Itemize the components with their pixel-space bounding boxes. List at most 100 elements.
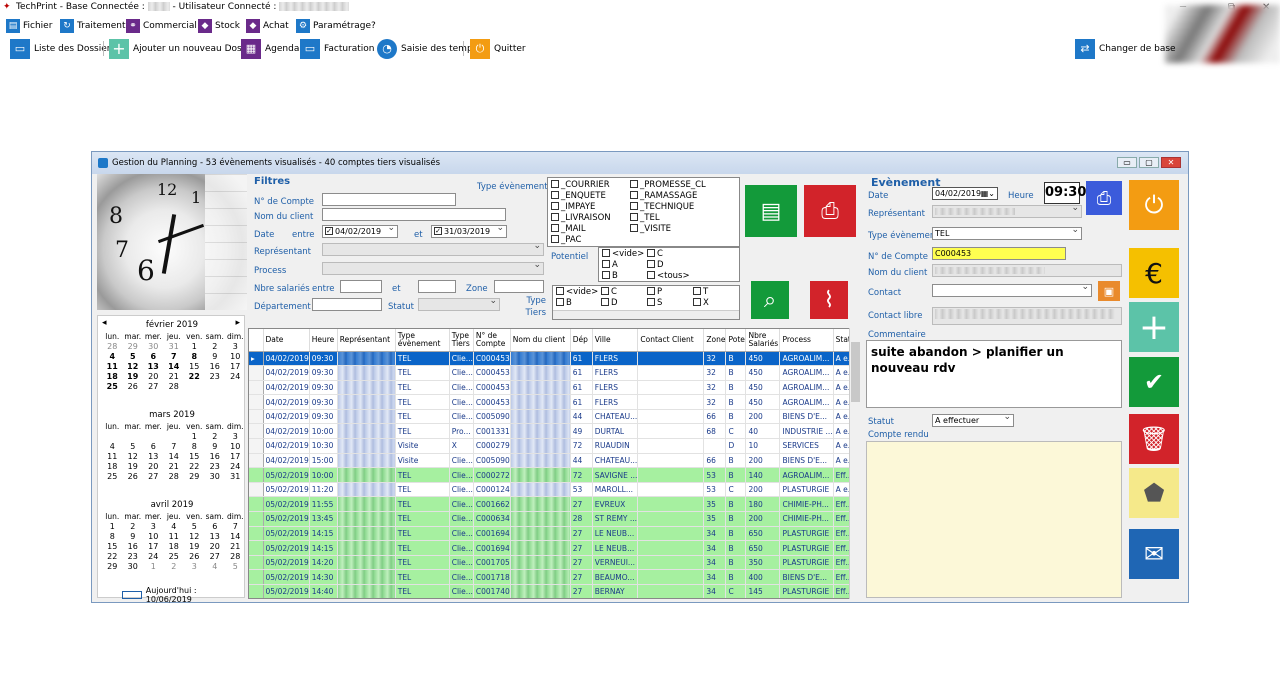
calendar-day[interactable]: 4 xyxy=(102,352,123,362)
calendar-day[interactable]: 23 xyxy=(123,552,144,562)
type-checkbox[interactable]: _IMPAYE xyxy=(551,201,595,212)
calendar-day[interactable]: 27 xyxy=(205,552,226,562)
calendar-day[interactable]: 28 xyxy=(164,382,185,392)
today-link[interactable]: Aujourd'hui : 10/06/2019 xyxy=(122,586,244,604)
event-representant-select[interactable] xyxy=(932,205,1082,218)
date-end-picker[interactable]: ✓ 31/03/2019 xyxy=(431,225,507,238)
calendar-day[interactable]: 24 xyxy=(143,552,164,562)
calendar-day[interactable]: 25 xyxy=(102,382,123,392)
calendar-day[interactable]: 22 xyxy=(184,372,205,382)
calendar-day[interactable]: 2 xyxy=(123,522,144,532)
event-statut-select[interactable]: A effectuer xyxy=(932,414,1014,427)
calendar-day[interactable]: 1 xyxy=(184,432,205,442)
calendar-day[interactable]: 10 xyxy=(143,532,164,542)
calendar-day[interactable]: 22 xyxy=(102,552,123,562)
event-contact-select[interactable] xyxy=(932,284,1092,297)
calendar-day[interactable]: 10 xyxy=(225,442,246,452)
calendar-day[interactable]: 27 xyxy=(143,382,164,392)
menu-parametrage[interactable]: ⚙ Paramétrage xyxy=(296,18,371,34)
calendar-day[interactable]: 8 xyxy=(184,352,205,362)
agenda-button[interactable]: ▦ Agenda xyxy=(241,38,299,59)
column-header[interactable]: N° de Compte xyxy=(473,329,511,352)
process-select[interactable] xyxy=(322,262,544,275)
table-row[interactable]: 04/02/2019 10:00 TEL Pro... C001331 49 DURTAL 6… xyxy=(249,423,858,440)
calendar-day[interactable]: 17 xyxy=(143,542,164,552)
menu-fichier[interactable]: ▤ Fichier xyxy=(6,18,52,34)
calendar-day[interactable]: 4 xyxy=(164,522,185,532)
calendar-day[interactable]: 17 xyxy=(225,362,246,372)
table-row[interactable]: 04/02/2019 15:00 Visite Clie... C005090 44 CHA… xyxy=(249,453,858,469)
calendar-day[interactable]: 2 xyxy=(205,342,226,352)
calendar-day[interactable]: 30 xyxy=(143,342,164,352)
salaries-min-input[interactable] xyxy=(340,280,382,293)
calendar-day[interactable]: 3 xyxy=(225,432,246,442)
tiers-checkbox[interactable]: T xyxy=(693,286,708,297)
tiers-checkbox[interactable]: S xyxy=(647,297,662,308)
calendar-day[interactable]: 23 xyxy=(205,462,226,472)
table-row[interactable]: 04/02/2019 09:30 TEL Clie... C005090 44 CHATEA… xyxy=(249,409,858,425)
row-header[interactable] xyxy=(249,423,264,440)
validate-event-button[interactable]: ✔ xyxy=(1129,357,1179,407)
event-date-picker[interactable]: 04/02/2019 ▦⌄ xyxy=(932,187,998,200)
representant-select[interactable] xyxy=(322,243,544,256)
table-row[interactable]: 05/02/2019 10:00 TEL Clie... C000272 72 SAVIGN… xyxy=(249,467,858,483)
potentiel-checkbox[interactable]: D xyxy=(647,259,664,270)
calendar-day[interactable]: 18 xyxy=(102,372,123,382)
row-header[interactable] xyxy=(249,380,264,396)
calendar-day[interactable]: 14 xyxy=(225,532,246,542)
column-header[interactable]: Représentant xyxy=(337,329,396,352)
calendar-day[interactable]: 24 xyxy=(225,372,246,382)
menu-commercial[interactable]: ⚭ Commercial xyxy=(126,18,197,34)
type-checkbox[interactable]: _VISITE xyxy=(630,223,671,234)
type-checkbox[interactable]: _RAMASSAGE xyxy=(630,190,697,201)
calendar-day[interactable]: 15 xyxy=(184,362,205,372)
tiers-checkbox[interactable]: D xyxy=(601,297,618,308)
calendar-day[interactable]: 31 xyxy=(164,342,185,352)
table-row[interactable]: 04/02/2019 09:30 TEL Clie... C000453 61 FLERS 3… xyxy=(249,380,858,396)
calendar-day[interactable]: 7 xyxy=(164,442,185,452)
calendar-day[interactable]: 16 xyxy=(205,452,226,462)
row-header[interactable] xyxy=(249,526,264,542)
calendar-day[interactable]: 11 xyxy=(102,452,123,462)
row-header[interactable] xyxy=(249,555,264,571)
row-header[interactable] xyxy=(249,467,264,483)
calendar-day[interactable]: 20 xyxy=(143,462,164,472)
calendar-day[interactable]: 26 xyxy=(123,472,144,482)
calendar-day[interactable]: 6 xyxy=(143,442,164,452)
event-type-select[interactable]: TEL xyxy=(932,227,1082,240)
column-header[interactable]: Nbre Salariés xyxy=(745,329,781,352)
tiers-checkbox[interactable]: X xyxy=(693,297,709,308)
type-checkbox[interactable]: _TECHNIQUE xyxy=(630,201,694,212)
calendar-day[interactable]: 11 xyxy=(102,362,123,372)
column-header[interactable]: Contact Client xyxy=(637,329,705,352)
window-close-button[interactable]: ✕ xyxy=(1161,157,1181,168)
grid-vertical-scrollbar[interactable] xyxy=(849,328,861,599)
tiers-checkbox[interactable]: C xyxy=(601,286,617,297)
calendar-day[interactable]: 14 xyxy=(164,452,185,462)
calendar-day[interactable]: 12 xyxy=(123,452,144,462)
calendar-day[interactable]: 14 xyxy=(164,362,185,372)
column-header[interactable]: Process xyxy=(779,329,834,352)
table-row[interactable]: 05/02/2019 14:30 TEL Clie... C001718 27 BEAUMO… xyxy=(249,569,858,585)
scroll-thumb[interactable] xyxy=(851,342,860,402)
column-header[interactable]: Ville xyxy=(592,329,639,352)
calendar-day[interactable]: 16 xyxy=(123,542,144,552)
table-row[interactable]: 04/02/2019 09:30 TEL Clie... C000453 61 FLERS 3… xyxy=(249,394,858,410)
calendar-day[interactable]: 5 xyxy=(123,352,144,362)
calendar-day[interactable]: 1 xyxy=(184,342,205,352)
calendar-day[interactable]: 26 xyxy=(123,382,144,392)
calendar-day[interactable]: 31 xyxy=(225,472,246,482)
table-row[interactable]: ▸ 04/02/2019 09:30 TEL Clie... C000453 61 FLERS… xyxy=(249,351,858,367)
calendar-day[interactable]: 5 xyxy=(184,522,205,532)
horizontal-scrollbar[interactable] xyxy=(553,310,739,319)
calendar-day[interactable]: 19 xyxy=(123,462,144,472)
calendar-day[interactable]: 25 xyxy=(102,472,123,482)
potentiel-checkbox[interactable]: <tous> xyxy=(647,270,690,281)
row-header[interactable] xyxy=(249,482,264,498)
row-header[interactable]: ▸ xyxy=(249,351,264,367)
menu-traitement[interactable]: ↻ Traitement xyxy=(60,18,126,34)
table-row[interactable]: 05/02/2019 11:55 TEL Clie... C001662 27 EVREUX… xyxy=(249,496,858,513)
salaries-max-input[interactable] xyxy=(418,280,456,293)
row-header[interactable] xyxy=(249,438,264,454)
calendar-day[interactable]: 19 xyxy=(184,542,205,552)
